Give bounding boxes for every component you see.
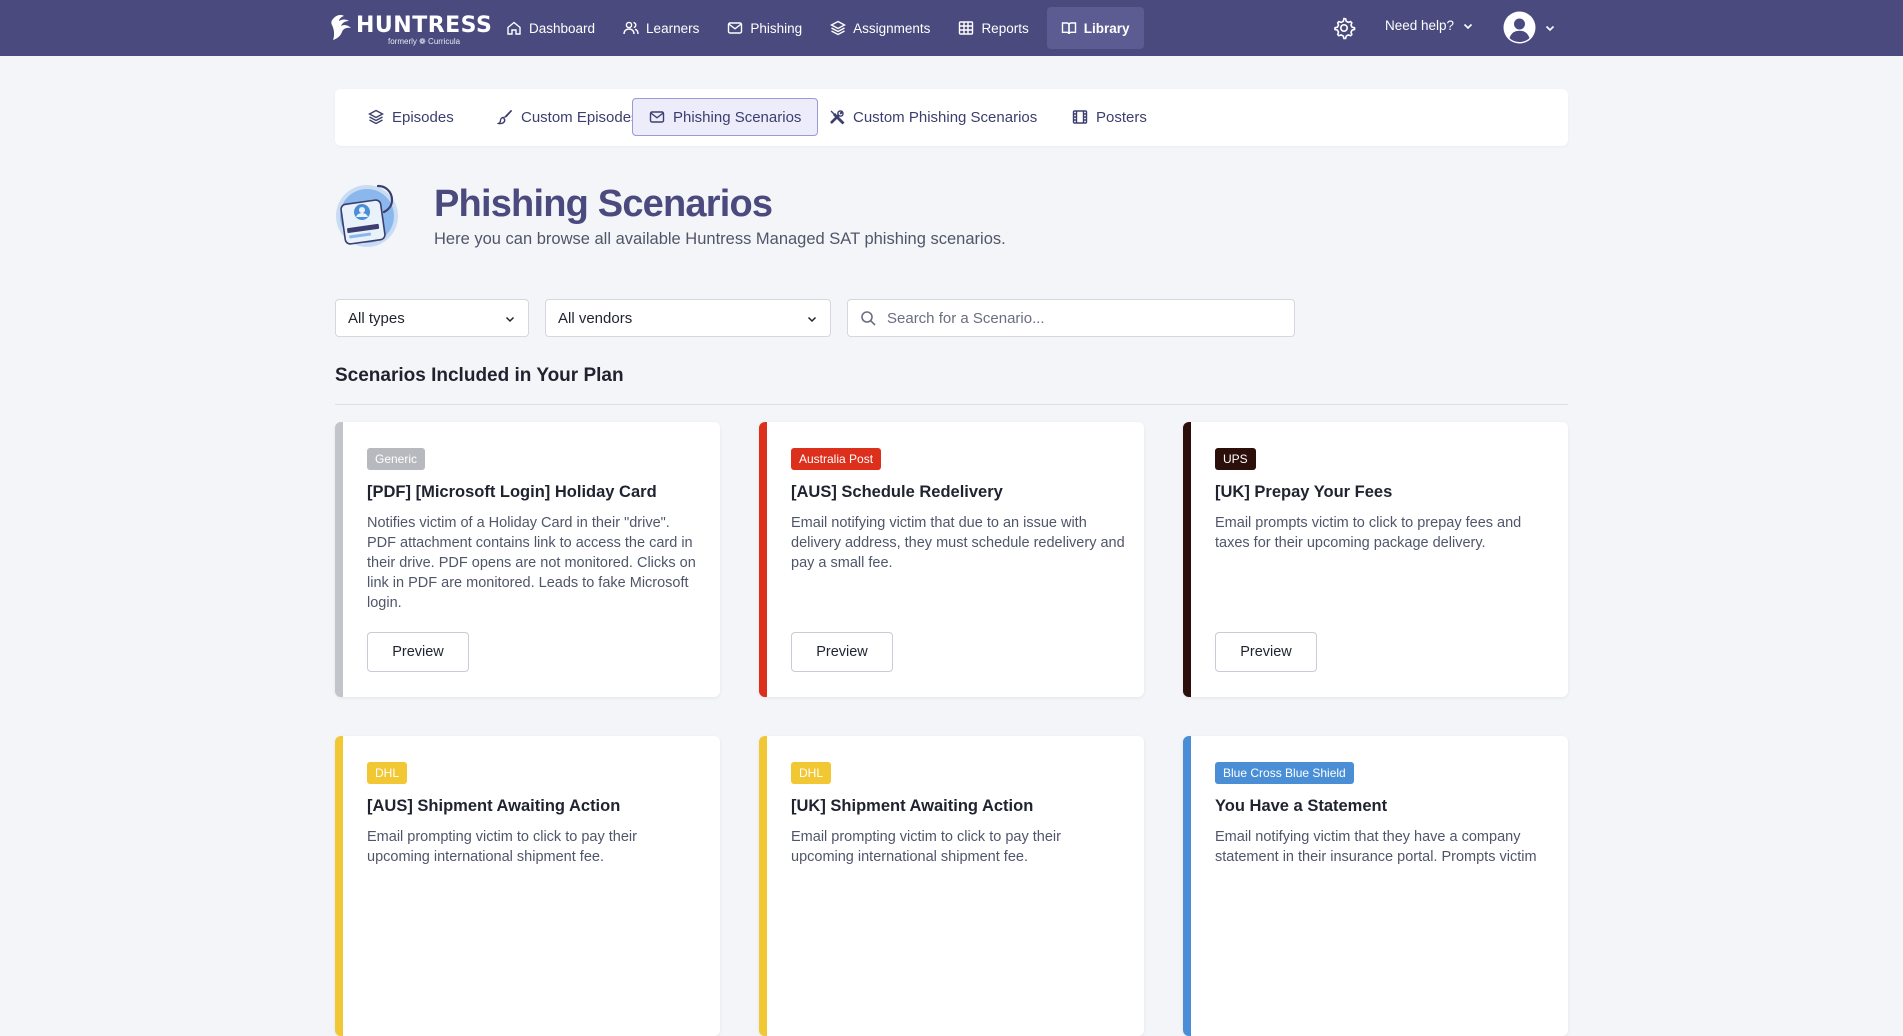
search-input[interactable] (887, 309, 1277, 327)
vendor-select[interactable]: All vendors (545, 299, 831, 337)
book-icon (1061, 22, 1076, 35)
scenario-search[interactable] (847, 299, 1295, 337)
envelope-icon (728, 22, 743, 34)
scenario-title: [PDF] [Microsoft Login] Holiday Card (367, 483, 657, 501)
library-tabs: Episodes Custom Episodes Phishing Scenar… (335, 89, 1568, 146)
scenario-card: Australia Post [AUS] Schedule Redelivery… (759, 422, 1144, 697)
brand-name: HUNTRESS (356, 13, 493, 38)
scenario-title: [UK] Shipment Awaiting Action (791, 797, 1034, 815)
tools-icon (830, 110, 845, 125)
type-select[interactable]: All types (335, 299, 529, 337)
stack-icon (368, 109, 384, 125)
scenario-description: Email prompting victim to click to pay t… (791, 829, 1061, 865)
section-divider (335, 404, 1568, 405)
preview-button[interactable]: Preview (1215, 632, 1317, 672)
nav-item-assignments[interactable]: Assignments (816, 7, 944, 49)
scenario-card: DHL [UK] Shipment Awaiting Action Email … (759, 736, 1144, 1036)
vendor-select-value: All vendors (558, 309, 633, 327)
nav-label: Dashboard (529, 20, 596, 36)
page-title: Phishing Scenarios (434, 183, 773, 225)
vendor-badge: DHL (367, 762, 408, 784)
gear-icon[interactable] (1332, 16, 1356, 40)
nav-item-reports[interactable]: Reports (944, 7, 1042, 49)
user-menu-button[interactable] (1503, 11, 1556, 44)
vendor-badge: UPS (1215, 448, 1256, 470)
scenario-title: [AUS] Shipment Awaiting Action (367, 797, 621, 815)
scenario-description: Email notifying victim that they have a … (1215, 829, 1537, 865)
nav-label: Phishing (750, 20, 803, 36)
tab-label: Phishing Scenarios (673, 108, 802, 126)
tab-label: Custom Episodes (521, 108, 639, 126)
scenario-title: You Have a Statement (1215, 797, 1388, 815)
brush-icon (497, 110, 513, 125)
scenario-card: Blue Cross Blue Shield You Have a Statem… (1183, 736, 1568, 1036)
tab-posters[interactable]: Posters (1055, 98, 1164, 136)
huntress-logo-icon (331, 15, 351, 40)
film-icon (1072, 110, 1088, 124)
phishing-badge-icon (336, 184, 398, 247)
search-icon (861, 310, 876, 326)
preview-button[interactable]: Preview (791, 632, 893, 672)
scenario-card: DHL [AUS] Shipment Awaiting Action Email… (335, 736, 720, 1036)
scenario-card: Generic [PDF] [Microsoft Login] Holiday … (335, 422, 720, 697)
table-icon (959, 21, 974, 35)
scenario-title: [AUS] Schedule Redelivery (791, 483, 1003, 501)
scenario-card: UPS [UK] Prepay Your Fees Email prompts … (1183, 422, 1568, 697)
scenario-description: Email notifying victim that due to an is… (791, 515, 1125, 571)
vendor-badge: DHL (791, 762, 832, 784)
preview-button[interactable]: Preview (367, 632, 469, 672)
user-circle-icon (1503, 11, 1536, 44)
chevron-down-icon (505, 316, 515, 323)
section-title: Scenarios Included in Your Plan (335, 365, 624, 386)
nav-item-library[interactable]: Library (1046, 7, 1144, 49)
tab-custom-phishing-scenarios[interactable]: Custom Phishing Scenarios (812, 98, 1054, 136)
tab-phishing-scenarios[interactable]: Phishing Scenarios (632, 98, 819, 136)
main-nav: Dashboard Learners Phishing Assignments … (492, 0, 1144, 56)
vendor-badge: Generic (367, 448, 426, 470)
need-help-button[interactable]: Need help? (1385, 18, 1474, 33)
chevron-down-icon (1463, 23, 1473, 29)
vendor-badge: Blue Cross Blue Shield (1215, 762, 1354, 784)
nav-item-phishing[interactable]: Phishing (713, 7, 816, 49)
home-icon (507, 21, 521, 35)
vendor-badge: Australia Post (791, 448, 882, 470)
huntress-logo[interactable]: HUNTRESS formerly ❁ Curricula (330, 9, 492, 49)
nav-label: Library (1083, 20, 1130, 36)
chevron-down-icon (807, 316, 817, 323)
top-navbar: HUNTRESS formerly ❁ Curricula Dashboard … (0, 0, 1903, 56)
nav-item-dashboard[interactable]: Dashboard (492, 7, 609, 49)
users-icon (623, 21, 639, 35)
envelope-icon (649, 111, 665, 123)
tab-episodes[interactable]: Episodes (351, 98, 471, 136)
chevron-down-icon (1545, 25, 1555, 31)
tab-label: Custom Phishing Scenarios (853, 108, 1038, 126)
nav-item-learners[interactable]: Learners (609, 7, 713, 49)
nav-label: Reports (981, 20, 1029, 36)
scenario-title: [UK] Prepay Your Fees (1215, 483, 1393, 501)
page-subtitle: Here you can browse all available Huntre… (434, 230, 1006, 248)
nav-label: Assignments (853, 20, 931, 36)
tab-label: Posters (1096, 108, 1147, 126)
scenario-description: Email prompting victim to click to pay t… (367, 829, 637, 865)
type-select-value: All types (348, 309, 405, 327)
scenario-description: Email prompts victim to click to prepay … (1215, 515, 1522, 551)
layers-icon (830, 20, 847, 36)
tab-label: Episodes (392, 108, 454, 126)
scenario-description: Notifies victim of a Holiday Card in the… (367, 515, 696, 611)
help-label: Need help? (1385, 18, 1455, 33)
nav-label: Learners (646, 20, 700, 36)
brand-subtitle: formerly ❁ Curricula (388, 37, 461, 46)
tab-custom-episodes[interactable]: Custom Episodes (480, 98, 656, 136)
